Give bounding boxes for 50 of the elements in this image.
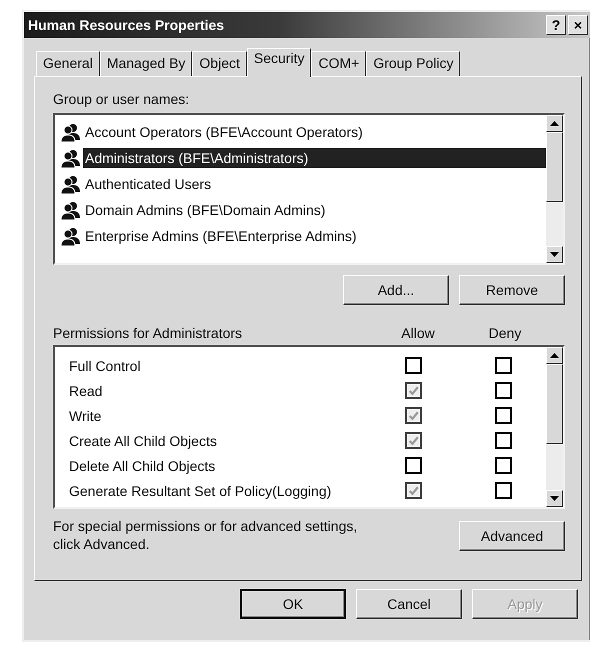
group-icon (61, 200, 81, 220)
checkbox[interactable] (495, 407, 512, 424)
group-icon (61, 226, 81, 246)
scroll-down-icon (550, 496, 559, 501)
group-icon (61, 122, 81, 142)
list-item[interactable]: Authenticated Users (83, 174, 214, 194)
list-item[interactable]: Administrators (BFE\Administrators) (83, 148, 546, 168)
permission-name: Read (69, 382, 104, 398)
scroll-up-icon (550, 121, 559, 126)
checkbox[interactable] (495, 482, 512, 499)
checkbox[interactable] (405, 457, 422, 474)
tab[interactable]: General (36, 51, 100, 76)
tab[interactable]: COM+ (311, 51, 366, 76)
permission-name: Create All Child Objects (69, 432, 218, 448)
add-button[interactable]: Add... (343, 275, 449, 305)
checkbox[interactable] (405, 357, 422, 374)
tab[interactable]: Security (246, 48, 312, 77)
checkbox[interactable] (495, 357, 512, 374)
permission-name: Full Control (69, 358, 142, 374)
scrollbar[interactable] (546, 115, 563, 263)
help-text: For special permissions or for advanced settings, click Advanced. (53, 517, 358, 553)
window-title: Human Resources Properties (28, 17, 224, 33)
ok-button[interactable]: OK (240, 589, 346, 619)
cancel-button[interactable]: Cancel (356, 589, 462, 619)
permission-name: Write (69, 408, 102, 424)
list-item[interactable]: Account Operators (BFE\Account Operators) (83, 122, 365, 142)
scroll-up-icon (550, 353, 559, 358)
list-label: Group or user names: (53, 91, 190, 107)
tab[interactable]: Managed By (100, 51, 192, 76)
permissions-label: Permissions for Administrators (53, 325, 244, 341)
permission-name: Generate Resultant Set of Policy(Logging) (69, 482, 332, 498)
list-item[interactable]: Domain Admins (BFE\Domain Admins) (83, 200, 328, 220)
permission-name: Delete All Child Objects (69, 458, 216, 474)
column-header: Allow (400, 325, 436, 341)
checkbox[interactable] (495, 432, 512, 449)
group-icon (61, 174, 81, 194)
scrollbar[interactable] (546, 347, 563, 507)
tab[interactable]: Group Policy (366, 51, 460, 76)
remove-button[interactable]: Remove (459, 275, 565, 305)
column-header: Deny (488, 325, 522, 341)
list-item[interactable]: Enterprise Admins (BFE\Enterprise Admins) (83, 226, 359, 246)
apply-button: Apply (472, 589, 578, 619)
help-button[interactable]: ? (546, 15, 566, 35)
checkbox[interactable] (495, 382, 512, 399)
advanced-button[interactable]: Advanced (459, 521, 565, 551)
checkbox[interactable] (495, 457, 512, 474)
group-icon (61, 148, 81, 168)
close-button[interactable]: × (568, 15, 588, 35)
tab[interactable]: Object (192, 51, 247, 76)
scroll-down-icon (550, 252, 559, 257)
